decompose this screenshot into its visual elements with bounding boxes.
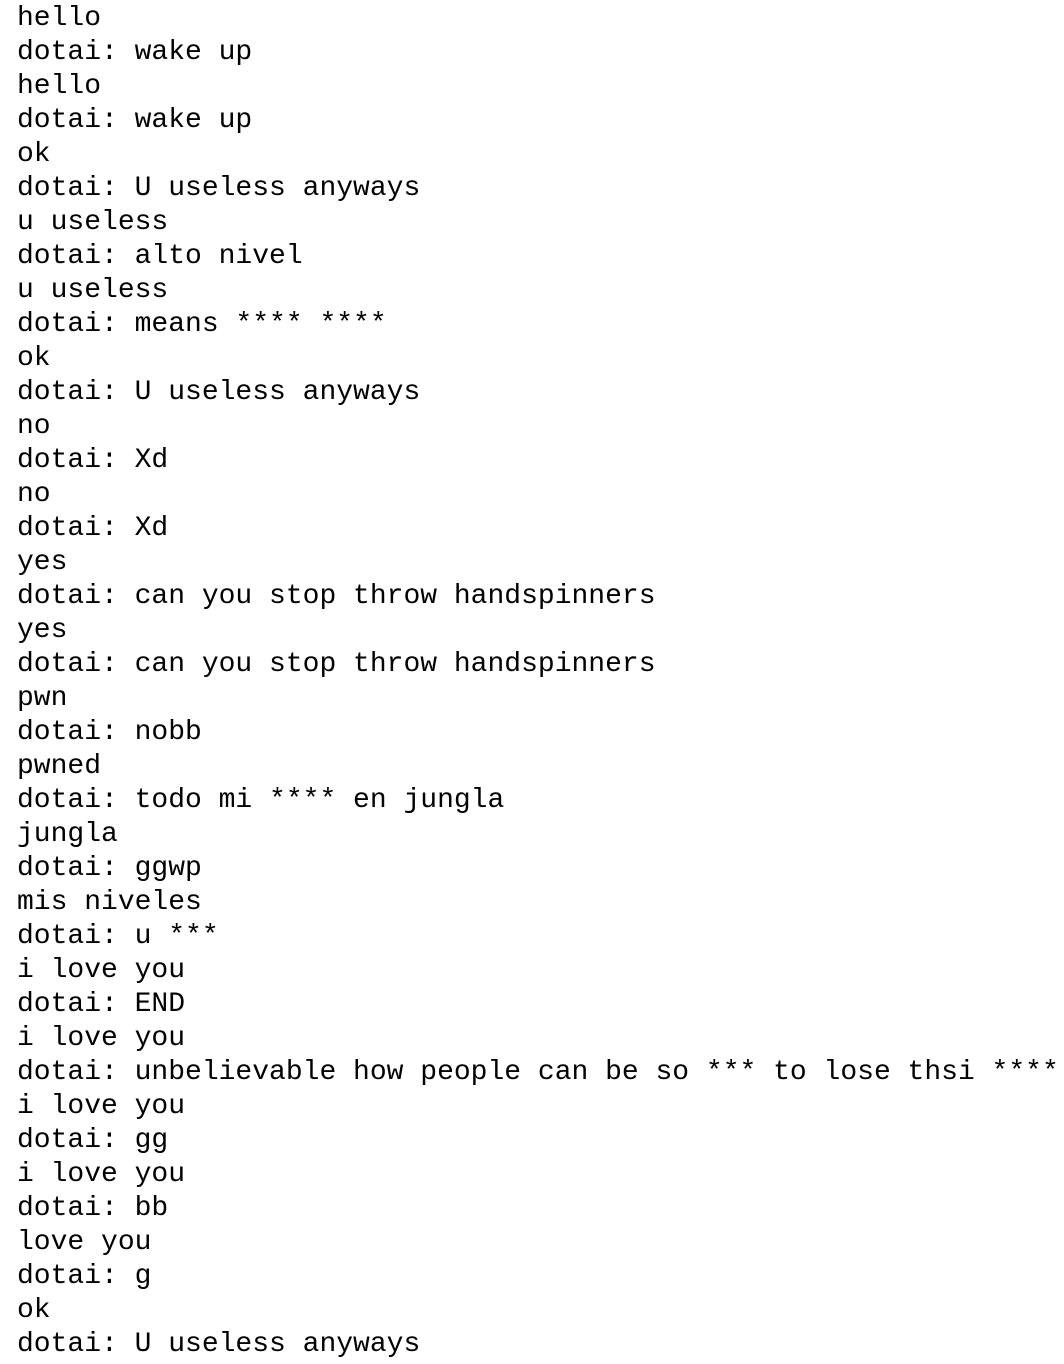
bot-reply: dotai: U useless anyways bbox=[17, 377, 421, 408]
user-message: ok bbox=[17, 139, 51, 170]
user-message: yes bbox=[17, 615, 68, 646]
bot-reply: dotai: can you stop throw handspinners bbox=[17, 649, 656, 680]
bot-reply: dotai: can you stop throw handspinners bbox=[17, 581, 656, 612]
bot-reply: dotai: g bbox=[17, 1261, 152, 1292]
user-message: ok bbox=[17, 343, 51, 374]
user-message: love you bbox=[17, 1227, 152, 1258]
bot-reply: dotai: gg bbox=[17, 1125, 169, 1156]
user-message: jungla bbox=[17, 819, 118, 850]
user-message: no bbox=[17, 479, 51, 510]
user-message: ok bbox=[17, 1295, 51, 1326]
bot-reply: dotai: means **** **** bbox=[17, 309, 387, 340]
user-message: i love you bbox=[17, 1091, 186, 1122]
bot-reply: dotai: Xd bbox=[17, 445, 169, 476]
bot-reply: dotai: bb bbox=[17, 1193, 169, 1224]
user-message: i love you bbox=[17, 955, 186, 986]
bot-reply: dotai: END bbox=[17, 989, 186, 1020]
bot-reply: dotai: nobb bbox=[17, 717, 202, 748]
user-message: mis niveles bbox=[17, 887, 202, 918]
bot-reply: dotai: wake up bbox=[17, 37, 253, 68]
user-message: u useless bbox=[17, 275, 169, 306]
user-message: pwn bbox=[17, 683, 68, 714]
user-message: no bbox=[17, 411, 51, 442]
user-message: u useless bbox=[17, 207, 169, 238]
user-message: yes bbox=[17, 547, 68, 578]
bot-reply: dotai: Xd bbox=[17, 513, 169, 544]
bot-reply: dotai: ggwp bbox=[17, 853, 202, 884]
bot-reply: dotai: unbelievable how people can be so… bbox=[17, 1057, 1059, 1088]
bot-reply: dotai: todo mi **** en jungla bbox=[17, 785, 505, 816]
user-message: i love you bbox=[17, 1023, 186, 1054]
bot-reply: dotai: u *** bbox=[17, 921, 219, 952]
user-message: pwned bbox=[17, 751, 102, 782]
user-message: hello bbox=[17, 71, 102, 102]
bot-reply: dotai: U useless anyways bbox=[17, 1329, 421, 1360]
bot-reply: dotai: wake up bbox=[17, 105, 253, 136]
bot-reply: dotai: alto nivel bbox=[17, 241, 303, 272]
bot-reply: dotai: U useless anyways bbox=[17, 173, 421, 204]
chat-transcript: hello dotai: wake up hello dotai: wake u… bbox=[0, 0, 1064, 1364]
user-message: hello bbox=[17, 3, 102, 34]
user-message: i love you bbox=[17, 1159, 186, 1190]
